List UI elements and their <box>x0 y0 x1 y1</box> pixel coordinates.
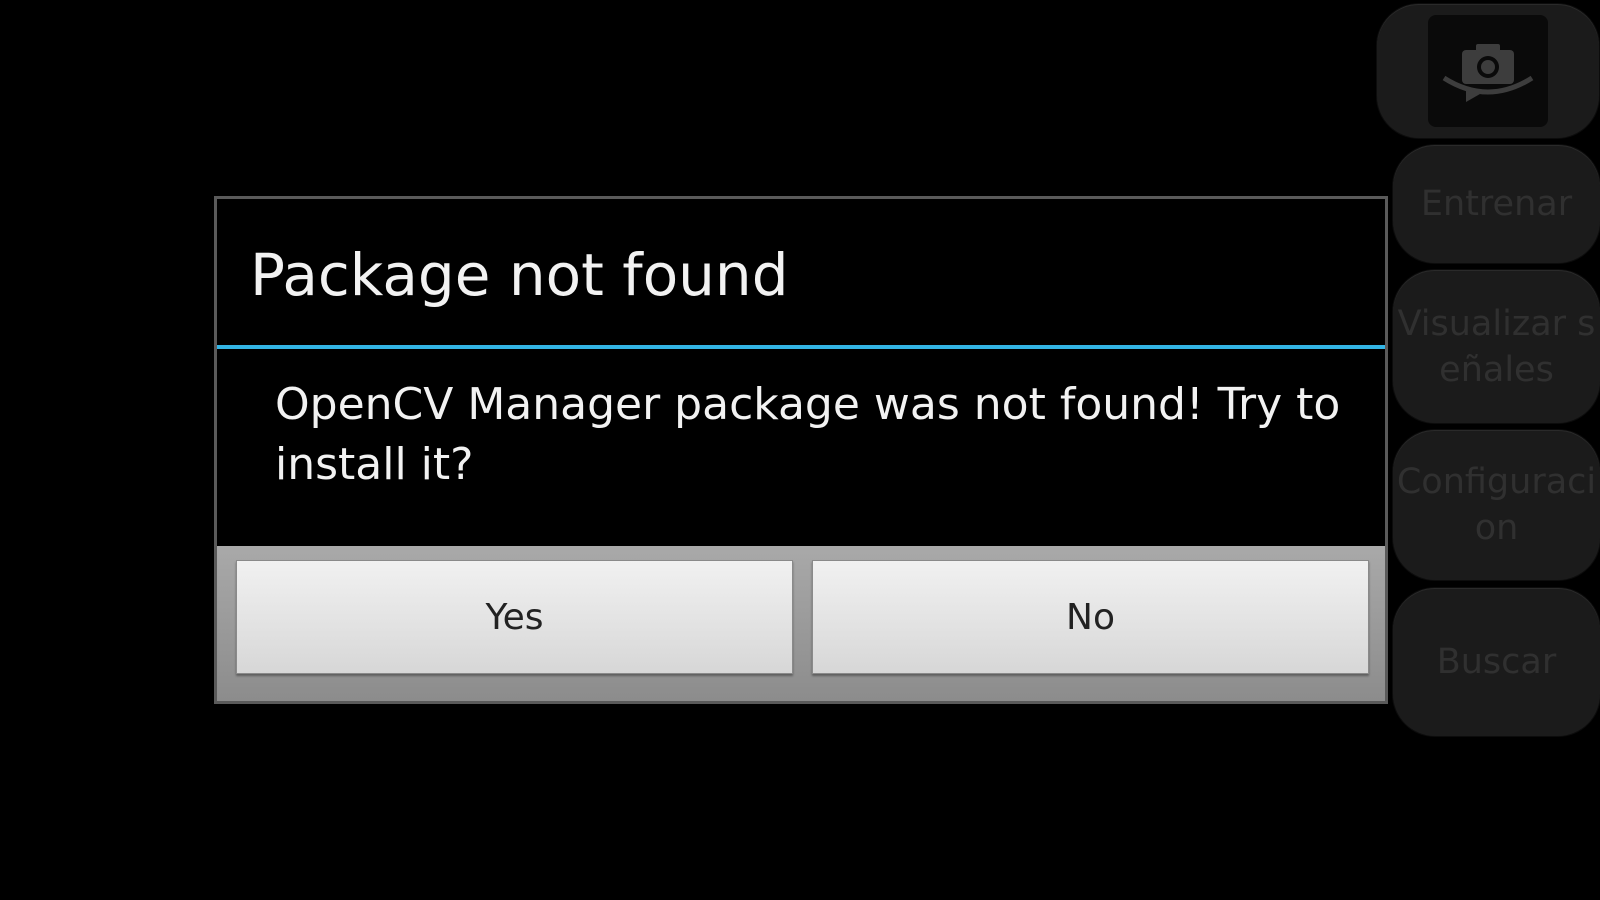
search-button-label: Buscar <box>1436 642 1557 682</box>
dialog-button-bar: Yes No <box>217 546 1385 701</box>
yes-button[interactable]: Yes <box>236 560 793 674</box>
dialog-message: OpenCV Manager package was not found! Tr… <box>275 379 1341 490</box>
search-button[interactable]: Buscar <box>1393 588 1600 736</box>
view-signals-button-label: Visualizar señales <box>1397 303 1596 390</box>
switch-camera-button[interactable] <box>1377 4 1599 138</box>
train-button-label: Entrenar <box>1420 184 1573 224</box>
title-divider <box>217 345 1385 349</box>
no-button[interactable]: No <box>812 560 1369 674</box>
settings-button-label: Configuracion <box>1396 462 1597 548</box>
view-signals-button[interactable]: Visualizar señales <box>1393 270 1600 423</box>
alert-dialog: Package not found OpenCV Manager package… <box>214 196 1388 704</box>
dialog-title: Package not found <box>250 241 789 309</box>
camera-rotate-icon <box>1442 44 1534 102</box>
settings-button[interactable]: Configuracion <box>1393 430 1600 580</box>
train-button[interactable]: Entrenar <box>1393 145 1600 263</box>
switch-camera-icon <box>1428 15 1548 127</box>
screen: Entrenar Visualizar señales Configuracio… <box>0 0 1600 900</box>
